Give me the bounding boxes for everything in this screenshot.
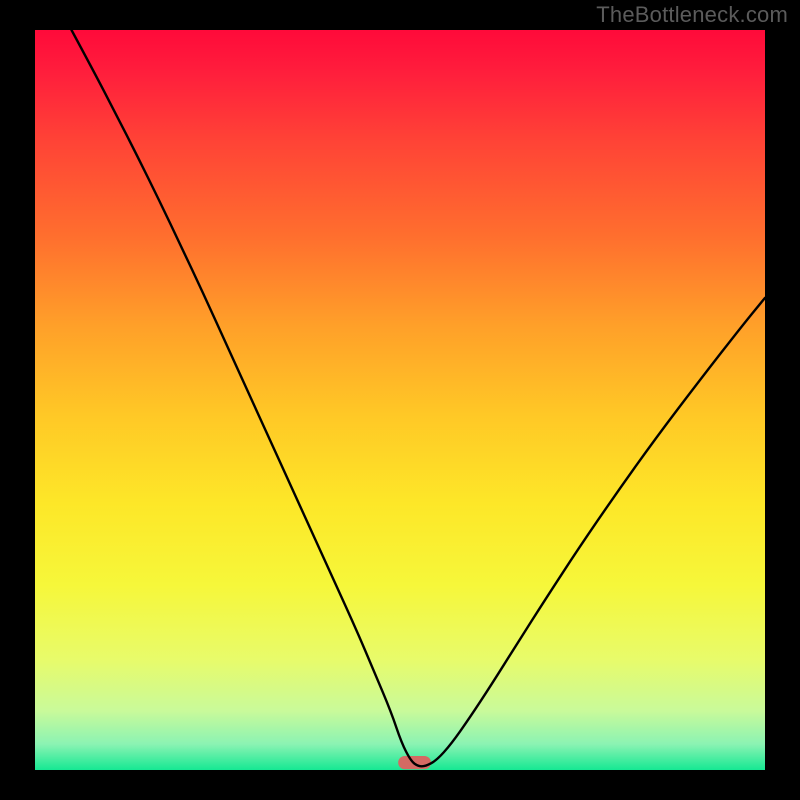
watermark-text: TheBottleneck.com bbox=[596, 2, 788, 28]
plot-area bbox=[35, 30, 765, 770]
chart-frame: TheBottleneck.com bbox=[0, 0, 800, 800]
bottleneck-chart bbox=[35, 30, 765, 770]
gradient-background bbox=[35, 30, 765, 770]
